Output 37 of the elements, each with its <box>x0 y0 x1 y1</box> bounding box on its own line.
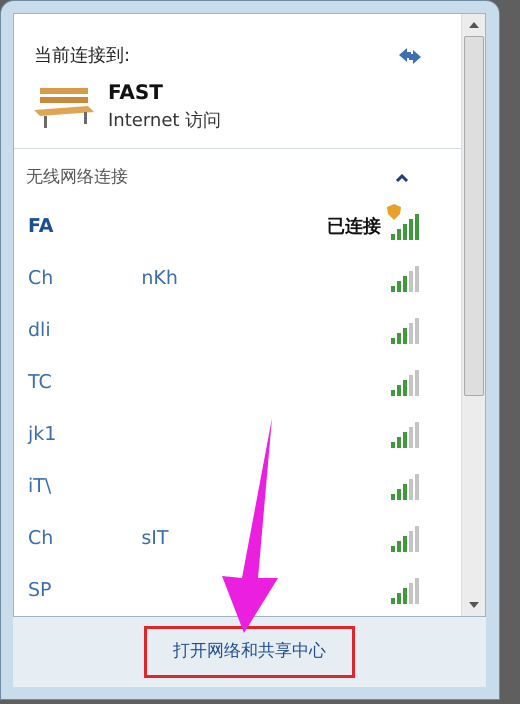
signal-icon <box>391 474 421 500</box>
network-item[interactable]: Ch sIT <box>14 512 461 564</box>
scroll-up-icon[interactable] <box>468 22 478 28</box>
signal-icon <box>391 318 421 344</box>
network-name: FAST <box>108 79 164 106</box>
network-item[interactable]: FA 已连接 <box>14 200 461 252</box>
signal-icon <box>391 422 421 448</box>
scrollbar[interactable] <box>461 14 485 616</box>
access-status: Internet 访问 <box>108 109 222 133</box>
collapse-icon[interactable] <box>395 172 409 183</box>
network-item[interactable]: jk1 <box>14 408 461 460</box>
network-name: FA <box>28 214 54 240</box>
section-title: 无线网络连接 <box>26 166 128 189</box>
current-connection-label: 当前连接到: <box>34 44 130 68</box>
signal-icon <box>391 578 421 604</box>
signal-icon <box>391 214 421 240</box>
network-name: TC <box>28 370 52 396</box>
connected-status: 已连接 <box>327 215 381 239</box>
network-item[interactable]: SP <box>14 564 461 616</box>
signal-icon <box>391 266 421 292</box>
network-name: dli <box>28 318 51 344</box>
network-name: SP <box>28 578 52 604</box>
network-name: nKh <box>141 266 178 292</box>
signal-icon <box>391 526 421 552</box>
network-item[interactable]: Ch nKh <box>14 252 461 304</box>
scrollbar-thumb[interactable] <box>464 36 484 396</box>
network-name: jk1 <box>28 422 56 448</box>
signal-icon <box>391 370 421 396</box>
network-sharing-center-link[interactable]: 打开网络和共享中心 <box>144 626 355 678</box>
network-item[interactable]: TC <box>14 356 461 408</box>
scroll-down-icon[interactable] <box>468 602 478 608</box>
network-name: Ch <box>28 526 54 552</box>
network-name: Ch <box>28 266 54 292</box>
network-name: sIT <box>141 526 168 552</box>
network-item[interactable]: dli <box>14 304 461 356</box>
network-name: iT\ <box>28 474 52 500</box>
network-item[interactable]: iT\ <box>14 460 461 512</box>
